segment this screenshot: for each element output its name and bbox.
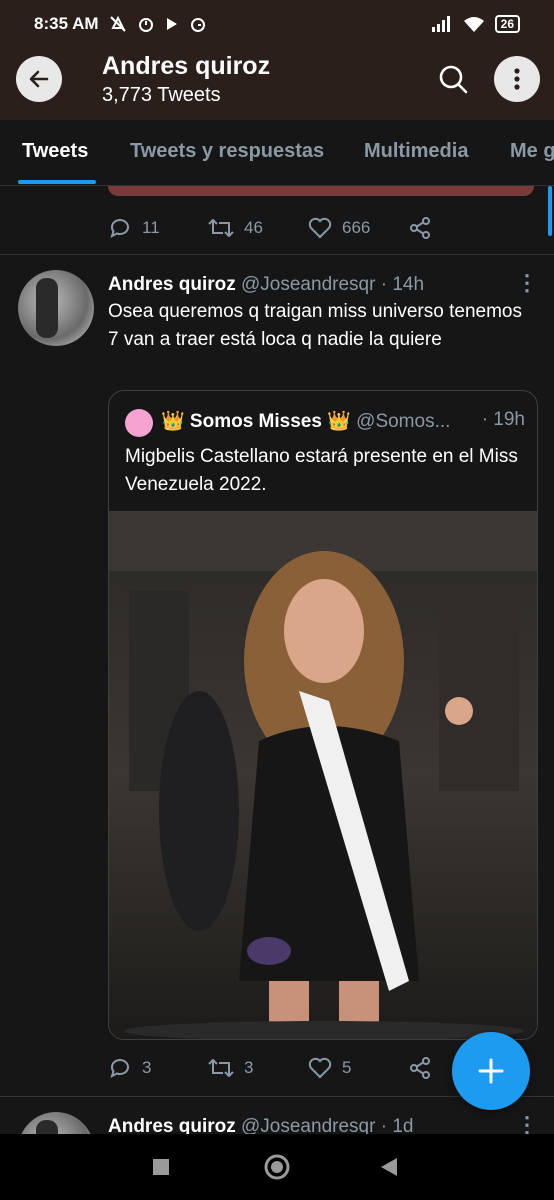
more-vertical-icon (514, 68, 520, 90)
share-icon (410, 217, 430, 239)
tab-media[interactable]: Multimedia (364, 140, 468, 163)
battery-icon: 26 (494, 15, 520, 33)
status-bar: 8:35 AM 26 (0, 0, 554, 48)
reply-count: 11 (142, 218, 160, 237)
heart-icon (308, 1057, 332, 1079)
search-button[interactable] (430, 56, 476, 102)
tab-tweets-and-replies[interactable]: Tweets y respuestas (130, 140, 324, 163)
system-navigation-bar (0, 1134, 554, 1200)
alarm-icon (138, 18, 153, 32)
reply-button[interactable]: 3 (108, 1056, 208, 1080)
photo-illustration (109, 511, 537, 1039)
quoted-tweet-header: 👑 Somos Misses 👑 @Somos... (161, 409, 450, 433)
retweet-icon (208, 218, 234, 238)
tweet-more-button[interactable]: ⋮ (516, 270, 538, 296)
tweet-author-handle[interactable]: @Joseandresqr (241, 274, 375, 295)
tweet-author-handle[interactable]: @Joseandresqr (241, 1116, 375, 1134)
tweet-time: · 14h (380, 274, 425, 295)
alarm-icon (190, 18, 205, 32)
tweet-author-name[interactable]: Andres quiroz (108, 1116, 236, 1134)
signal-icon (431, 16, 450, 32)
quoted-avatar (125, 409, 153, 437)
tweet-actions: 3 3 5 (108, 1056, 508, 1080)
profile-tabs: Tweets Tweets y respuestas Multimedia Me… (0, 120, 554, 186)
reply-icon (110, 219, 129, 238)
profile-header: Andres quiroz 3,773 Tweets (0, 48, 554, 120)
status-time: 8:35 AM (34, 14, 99, 33)
quoted-tweet-time: · 19h (481, 409, 525, 430)
square-icon (153, 1159, 169, 1175)
quoted-tweet-photo[interactable] (109, 511, 537, 1039)
tweet-author-name[interactable]: Andres quiroz (108, 274, 236, 295)
share-button[interactable] (408, 216, 508, 240)
like-button[interactable]: 666 (308, 216, 408, 240)
retweet-count: 46 (244, 218, 263, 237)
quoted-author-handle: @Somos... (356, 411, 451, 432)
active-tab-indicator (18, 180, 96, 184)
like-count: 666 (342, 218, 371, 237)
tweet-count: 3,773 Tweets (102, 84, 221, 106)
tab-likes[interactable]: Me g (510, 140, 554, 163)
back-button[interactable] (16, 56, 62, 102)
reply-count: 3 (142, 1058, 152, 1077)
recents-button[interactable] (146, 1152, 176, 1182)
tweet-text: Osea queremos q traigan miss universo te… (108, 301, 522, 350)
arrow-left-icon (29, 70, 49, 88)
avatar[interactable] (18, 1112, 94, 1134)
mute-icon (109, 15, 126, 32)
more-options-button[interactable] (494, 56, 540, 102)
retweet-button[interactable]: 46 (208, 216, 308, 240)
share-icon (410, 1057, 430, 1079)
quoted-tweet[interactable]: 👑 Somos Misses 👑 @Somos... · 19h Migbeli… (108, 390, 538, 1040)
retweet-icon (208, 1058, 234, 1078)
retweet-count: 3 (244, 1058, 254, 1077)
reply-icon (110, 1059, 129, 1078)
wifi-icon (463, 17, 484, 32)
home-button[interactable] (262, 1152, 292, 1182)
plus-icon (478, 1058, 504, 1084)
circle-icon (264, 1154, 290, 1180)
divider (0, 254, 554, 255)
search-icon (439, 65, 468, 94)
tweet-header: Andres quiroz @Joseandresqr · 14h (108, 274, 424, 296)
like-count: 5 (342, 1058, 352, 1077)
previous-tweet-image[interactable] (108, 186, 534, 196)
heart-icon (308, 217, 332, 239)
compose-tweet-button[interactable] (452, 1032, 530, 1110)
quoted-tweet-text: Migbelis Castellano estará presente en e… (125, 446, 518, 495)
reply-button[interactable]: 11 (108, 216, 208, 240)
avatar[interactable] (18, 270, 94, 346)
tweet-time: · 1d (380, 1116, 414, 1134)
previous-tweet-actions: 11 46 666 (108, 216, 508, 240)
tweet-feed[interactable]: 11 46 666 Andres quiroz @Joseandresqr · … (0, 186, 554, 1134)
tweet-more-button[interactable]: ⋮ (516, 1112, 538, 1134)
quoted-author-name: 👑 Somos Misses 👑 (161, 411, 351, 432)
play-icon (166, 18, 177, 30)
next-tweet-header: Andres quiroz @Joseandresqr · 1d (108, 1116, 413, 1134)
tab-tweets[interactable]: Tweets (22, 140, 88, 163)
like-button[interactable]: 5 (308, 1056, 408, 1080)
profile-name-title: Andres quiroz (102, 52, 271, 80)
triangle-back-icon (381, 1158, 397, 1176)
scroll-indicator (548, 186, 552, 236)
back-nav-button[interactable] (374, 1152, 404, 1182)
retweet-button[interactable]: 3 (208, 1056, 308, 1080)
